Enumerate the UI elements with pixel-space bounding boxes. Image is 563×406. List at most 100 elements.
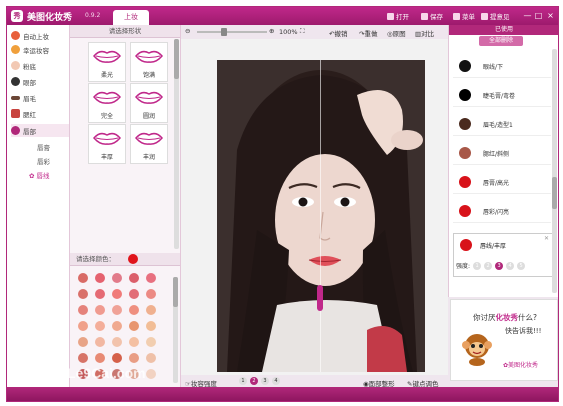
color-swatch[interactable] xyxy=(95,321,105,331)
color-swatch[interactable] xyxy=(129,337,139,347)
applied-item[interactable]: 唇彩/闪亮 xyxy=(453,200,551,223)
shape-card[interactable]: 完全 xyxy=(88,83,126,123)
color-scrollbar[interactable] xyxy=(173,277,178,383)
nav-auto-makeup[interactable]: 自动上妆 xyxy=(11,29,69,42)
color-swatch[interactable] xyxy=(146,273,156,283)
color-swatch[interactable] xyxy=(129,273,139,283)
strength-level-4[interactable]: 4 xyxy=(272,377,280,385)
nav-blush[interactable]: 腮红 xyxy=(11,107,69,120)
color-swatch[interactable] xyxy=(129,353,139,363)
color-swatch[interactable] xyxy=(146,321,156,331)
compare-button[interactable]: ▥对比 xyxy=(415,28,434,38)
strength-level-3[interactable]: 3 xyxy=(261,377,269,385)
strength-level-2[interactable]: 2 xyxy=(250,377,258,385)
color-swatch[interactable] xyxy=(146,353,156,363)
color-swatch[interactable] xyxy=(95,337,105,347)
portrait-illustration xyxy=(217,60,425,372)
color-swatch[interactable] xyxy=(112,353,122,363)
shape-card[interactable]: 圆润 xyxy=(130,83,168,123)
color-swatch[interactable] xyxy=(95,273,105,283)
nav-eyes[interactable]: 眼部 xyxy=(11,75,69,88)
color-swatch[interactable] xyxy=(129,305,139,315)
shape-card[interactable]: 饱满 xyxy=(130,42,168,82)
color-dot xyxy=(459,89,471,101)
original-button[interactable]: ◎原图 xyxy=(387,28,406,38)
fit-screen-icon[interactable]: ⛶ xyxy=(300,27,305,36)
color-swatch[interactable] xyxy=(112,273,122,283)
color-swatch[interactable] xyxy=(78,337,88,347)
compare-divider[interactable] xyxy=(320,60,321,372)
redo-button[interactable]: ↷重做 xyxy=(359,28,377,38)
applied-scroll-thumb[interactable] xyxy=(552,177,557,209)
nav-eyebrow[interactable]: 眉毛 xyxy=(11,91,69,104)
color-swatch[interactable] xyxy=(112,289,122,299)
color-scroll-thumb[interactable] xyxy=(173,277,178,307)
color-swatch[interactable] xyxy=(129,289,139,299)
nav-sub-lipgloss[interactable]: 唇彩 xyxy=(37,156,50,166)
color-swatch[interactable] xyxy=(112,305,122,315)
item-strength-5[interactable]: 5 xyxy=(517,261,526,270)
lip-shape-icon xyxy=(93,91,121,104)
minimize-button[interactable]: — xyxy=(522,10,533,21)
zoom-slider-thumb[interactable] xyxy=(221,28,227,36)
nav-lucky-makeup[interactable]: 幸运妆容 xyxy=(11,43,69,56)
open-button[interactable]: 打开 xyxy=(387,11,409,21)
color-swatch[interactable] xyxy=(78,305,88,315)
zoom-in-icon[interactable]: ⊕ xyxy=(269,27,274,35)
shape-card[interactable]: 丰厚 xyxy=(88,124,126,164)
color-swatch[interactable] xyxy=(129,321,139,331)
color-swatch[interactable] xyxy=(146,369,156,379)
color-swatch[interactable] xyxy=(146,305,156,315)
applied-item[interactable]: 眼线/下 xyxy=(453,55,551,78)
applied-panel: 已使用 全部删除 眼线/下 睫毛膏/弯卷 眉毛/造型1 腮红/斜侧 唇膏/高光 … xyxy=(448,25,558,297)
zoom-slider[interactable] xyxy=(197,28,267,36)
item-strength-3[interactable]: 3 xyxy=(495,261,504,270)
color-swatch[interactable] xyxy=(112,321,122,331)
tab-makeup[interactable]: 上妆 xyxy=(113,10,149,25)
shape-scrollbar[interactable] xyxy=(174,39,179,249)
portrait-photo[interactable] xyxy=(217,60,425,372)
zoom-out-icon[interactable]: ⊖ xyxy=(185,27,190,35)
ad-line-2: 快告诉我!!! xyxy=(505,327,542,335)
color-dot xyxy=(459,118,471,130)
delete-all-button[interactable]: 全部删除 xyxy=(479,36,523,46)
shape-card[interactable]: 丰润 xyxy=(130,124,168,164)
feedback-ad[interactable]: 你讨厌化妆秀什么? 快告诉我!!! ✿美图化妆秀 xyxy=(450,299,558,381)
item-strength-1[interactable]: 1 xyxy=(473,261,482,270)
strength-level-1[interactable]: 1 xyxy=(239,377,247,385)
nav-sub-lipstick[interactable]: 唇膏 xyxy=(37,142,50,152)
close-button[interactable]: × xyxy=(545,10,556,21)
color-swatch[interactable] xyxy=(95,305,105,315)
applied-item-selected[interactable]: 唇线/丰厚 ✕ 强度: 1 2 3 4 5 xyxy=(453,233,553,277)
photo-canvas[interactable] xyxy=(181,39,448,375)
applied-scrollbar[interactable] xyxy=(552,49,557,293)
maximize-button[interactable]: □ xyxy=(533,10,544,21)
item-strength-2[interactable]: 2 xyxy=(484,261,493,270)
applied-item[interactable]: 眉毛/造型1 xyxy=(453,113,551,136)
color-swatch[interactable] xyxy=(112,337,122,347)
undo-button[interactable]: ↶撤销 xyxy=(329,28,347,38)
applied-item[interactable]: 唇膏/高光 xyxy=(453,171,551,194)
save-button[interactable]: 保存 xyxy=(421,11,443,21)
color-swatch[interactable] xyxy=(78,353,88,363)
applied-item[interactable]: 睫毛膏/弯卷 xyxy=(453,84,551,107)
open-icon xyxy=(387,12,394,20)
color-swatch[interactable] xyxy=(95,353,105,363)
color-swatch[interactable] xyxy=(78,273,88,283)
compare-divider-handle[interactable] xyxy=(317,285,323,311)
color-swatch[interactable] xyxy=(146,289,156,299)
applied-item[interactable]: 腮红/斜侧 xyxy=(453,142,551,165)
shape-card[interactable]: 柔光 xyxy=(88,42,126,82)
nav-sub-lipliner[interactable]: ✿ 唇线 xyxy=(29,170,50,180)
menu-button[interactable]: 菜单 xyxy=(453,11,475,21)
color-swatch[interactable] xyxy=(78,289,88,299)
remove-icon[interactable]: ✕ xyxy=(544,235,549,242)
shape-scroll-thumb[interactable] xyxy=(174,39,179,79)
color-swatch[interactable] xyxy=(95,289,105,299)
nav-foundation[interactable]: 粉底 xyxy=(11,59,69,72)
feedback-button[interactable]: 提意见 xyxy=(481,11,510,21)
color-swatch[interactable] xyxy=(78,321,88,331)
nav-lips[interactable]: 唇部 xyxy=(11,124,69,137)
color-swatch[interactable] xyxy=(146,337,156,347)
item-strength-4[interactable]: 4 xyxy=(506,261,515,270)
